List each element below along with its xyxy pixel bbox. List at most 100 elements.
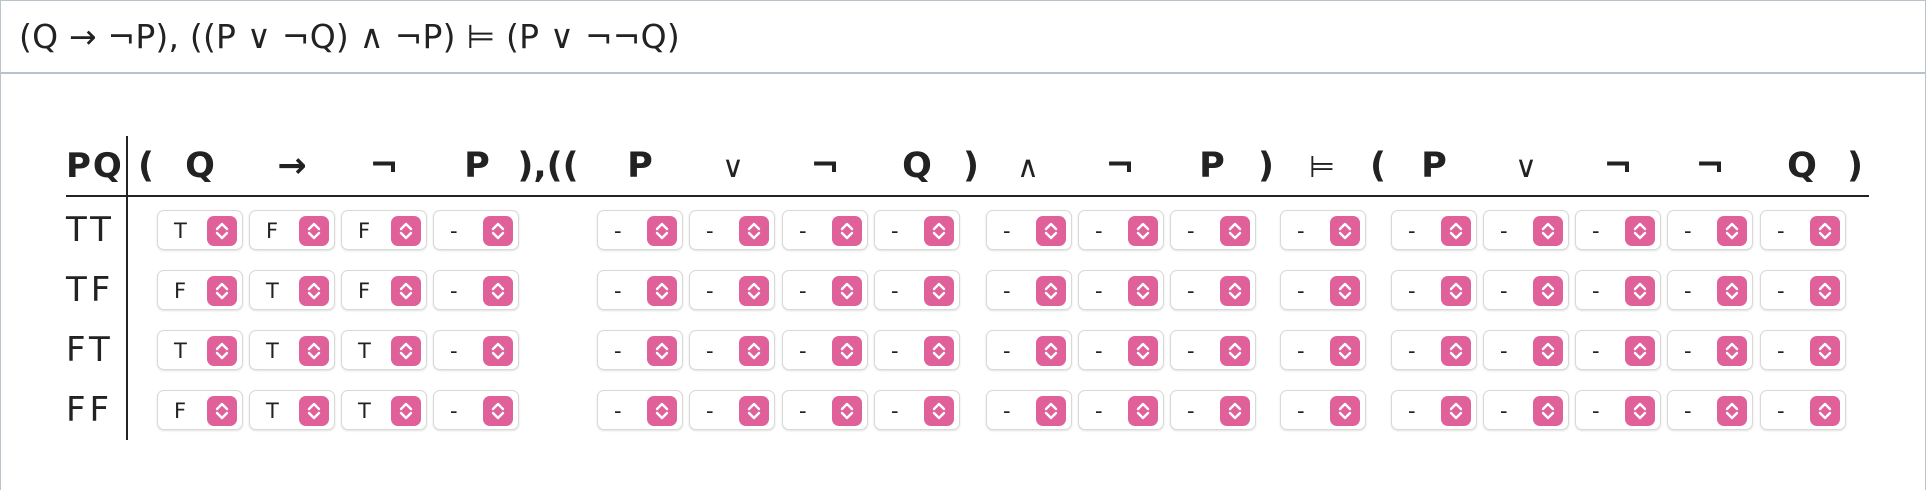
truth-value-select[interactable]: T [341,330,427,370]
chevron-up-down-icon[interactable] [1220,216,1250,246]
truth-value-select[interactable]: - [782,390,868,430]
truth-value-select[interactable]: - [433,270,519,310]
truth-value-select[interactable]: - [1280,330,1366,370]
truth-value-select[interactable]: - [1575,330,1661,370]
chevron-up-down-icon[interactable] [299,336,329,366]
chevron-up-down-icon[interactable] [1810,336,1840,366]
chevron-up-down-icon[interactable] [1810,396,1840,426]
chevron-up-down-icon[interactable] [1533,276,1563,306]
truth-value-select[interactable]: - [1391,390,1477,430]
chevron-up-down-icon[interactable] [1533,336,1563,366]
truth-value-select[interactable]: F [249,210,335,250]
chevron-up-down-icon[interactable] [391,216,421,246]
chevron-up-down-icon[interactable] [739,276,769,306]
truth-value-select[interactable]: - [1170,330,1256,370]
chevron-up-down-icon[interactable] [1036,336,1066,366]
truth-value-select[interactable]: - [1078,390,1164,430]
chevron-up-down-icon[interactable] [739,336,769,366]
truth-value-select[interactable]: - [1483,390,1569,430]
chevron-up-down-icon[interactable] [1128,276,1158,306]
chevron-up-down-icon[interactable] [924,396,954,426]
chevron-up-down-icon[interactable] [1036,276,1066,306]
truth-value-select[interactable]: - [1391,330,1477,370]
truth-value-select[interactable]: - [597,270,683,310]
truth-value-select[interactable]: - [1667,210,1753,250]
truth-value-select[interactable]: - [986,390,1072,430]
chevron-up-down-icon[interactable] [1128,216,1158,246]
chevron-up-down-icon[interactable] [483,276,513,306]
truth-value-select[interactable]: - [1170,210,1256,250]
truth-value-select[interactable]: - [1667,390,1753,430]
truth-value-select[interactable]: - [1170,390,1256,430]
chevron-up-down-icon[interactable] [483,216,513,246]
truth-value-select[interactable]: - [1575,390,1661,430]
chevron-up-down-icon[interactable] [207,216,237,246]
truth-value-select[interactable]: - [1483,330,1569,370]
chevron-up-down-icon[interactable] [647,216,677,246]
chevron-up-down-icon[interactable] [647,276,677,306]
chevron-up-down-icon[interactable] [207,276,237,306]
chevron-up-down-icon[interactable] [1625,276,1655,306]
truth-value-select[interactable]: - [433,210,519,250]
chevron-up-down-icon[interactable] [832,396,862,426]
truth-value-select[interactable]: - [1760,330,1846,370]
chevron-up-down-icon[interactable] [1441,336,1471,366]
truth-value-select[interactable]: - [1483,210,1569,250]
chevron-up-down-icon[interactable] [1220,276,1250,306]
truth-value-select[interactable]: T [249,270,335,310]
truth-value-select[interactable]: - [1078,270,1164,310]
truth-value-select[interactable]: F [157,270,243,310]
chevron-up-down-icon[interactable] [1625,216,1655,246]
chevron-up-down-icon[interactable] [391,336,421,366]
truth-value-select[interactable]: - [782,270,868,310]
chevron-up-down-icon[interactable] [299,396,329,426]
truth-value-select[interactable]: - [1760,390,1846,430]
chevron-up-down-icon[interactable] [832,216,862,246]
chevron-up-down-icon[interactable] [483,336,513,366]
truth-value-select[interactable]: F [341,210,427,250]
truth-value-select[interactable]: - [1391,270,1477,310]
chevron-up-down-icon[interactable] [1036,396,1066,426]
truth-value-select[interactable]: - [433,390,519,430]
truth-value-select[interactable]: - [986,210,1072,250]
truth-value-select[interactable]: - [1760,210,1846,250]
chevron-up-down-icon[interactable] [832,336,862,366]
chevron-up-down-icon[interactable] [1330,276,1360,306]
truth-value-select[interactable]: - [1667,330,1753,370]
chevron-up-down-icon[interactable] [1810,216,1840,246]
truth-value-select[interactable]: - [597,390,683,430]
truth-value-select[interactable]: - [874,210,960,250]
truth-value-select[interactable]: T [249,330,335,370]
chevron-up-down-icon[interactable] [1128,336,1158,366]
truth-value-select[interactable]: - [1760,270,1846,310]
truth-value-select[interactable]: - [874,270,960,310]
truth-value-select[interactable]: F [157,390,243,430]
chevron-up-down-icon[interactable] [924,216,954,246]
chevron-up-down-icon[interactable] [207,396,237,426]
chevron-up-down-icon[interactable] [1717,336,1747,366]
truth-value-select[interactable]: - [597,210,683,250]
truth-value-select[interactable]: - [986,270,1072,310]
chevron-up-down-icon[interactable] [1533,216,1563,246]
truth-value-select[interactable]: - [1575,270,1661,310]
chevron-up-down-icon[interactable] [1441,276,1471,306]
chevron-up-down-icon[interactable] [391,276,421,306]
truth-value-select[interactable]: - [1280,390,1366,430]
truth-value-select[interactable]: - [782,210,868,250]
chevron-up-down-icon[interactable] [1717,276,1747,306]
truth-value-select[interactable]: - [1280,210,1366,250]
truth-value-select[interactable]: - [433,330,519,370]
chevron-up-down-icon[interactable] [299,276,329,306]
chevron-up-down-icon[interactable] [924,276,954,306]
chevron-up-down-icon[interactable] [1441,216,1471,246]
chevron-up-down-icon[interactable] [1625,336,1655,366]
chevron-up-down-icon[interactable] [924,336,954,366]
truth-value-select[interactable]: - [874,330,960,370]
truth-value-select[interactable]: - [1483,270,1569,310]
chevron-up-down-icon[interactable] [1533,396,1563,426]
chevron-up-down-icon[interactable] [647,396,677,426]
chevron-up-down-icon[interactable] [391,396,421,426]
chevron-up-down-icon[interactable] [832,276,862,306]
chevron-up-down-icon[interactable] [739,396,769,426]
truth-value-select[interactable]: T [157,330,243,370]
